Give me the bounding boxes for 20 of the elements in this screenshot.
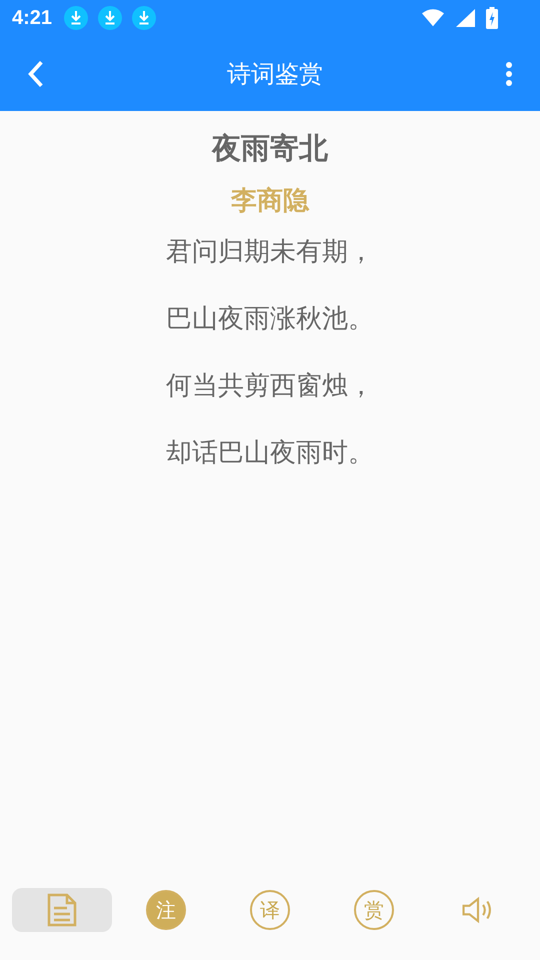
poem-line: 巴山夜雨涨秋池。 (166, 303, 374, 336)
signal-icon (454, 8, 476, 28)
more-icon[interactable] (504, 60, 514, 86)
status-time: 4:21 (12, 6, 52, 30)
poem-line: 却话巴山夜雨时。 (166, 437, 374, 470)
download-icon (98, 6, 122, 30)
document-button[interactable] (12, 888, 112, 932)
download-icon (64, 6, 88, 30)
poem-line: 何当共剪西窗烛， (166, 370, 374, 403)
toolbar-button[interactable]: 赏 (324, 888, 424, 932)
poem-title: 夜雨寄北 (212, 130, 328, 167)
wifi-icon (422, 8, 444, 28)
toolbar-button[interactable]: 译 (220, 888, 320, 932)
document-icon (45, 893, 79, 927)
battery-icon (486, 7, 498, 29)
poem-author: 李商隐 (231, 185, 309, 218)
poem-line: 君问归期未有期， (166, 236, 374, 269)
download-icon (132, 6, 156, 30)
toolbar-button[interactable]: 注 (116, 888, 216, 932)
app-title: 诗词鉴赏 (226, 58, 324, 90)
